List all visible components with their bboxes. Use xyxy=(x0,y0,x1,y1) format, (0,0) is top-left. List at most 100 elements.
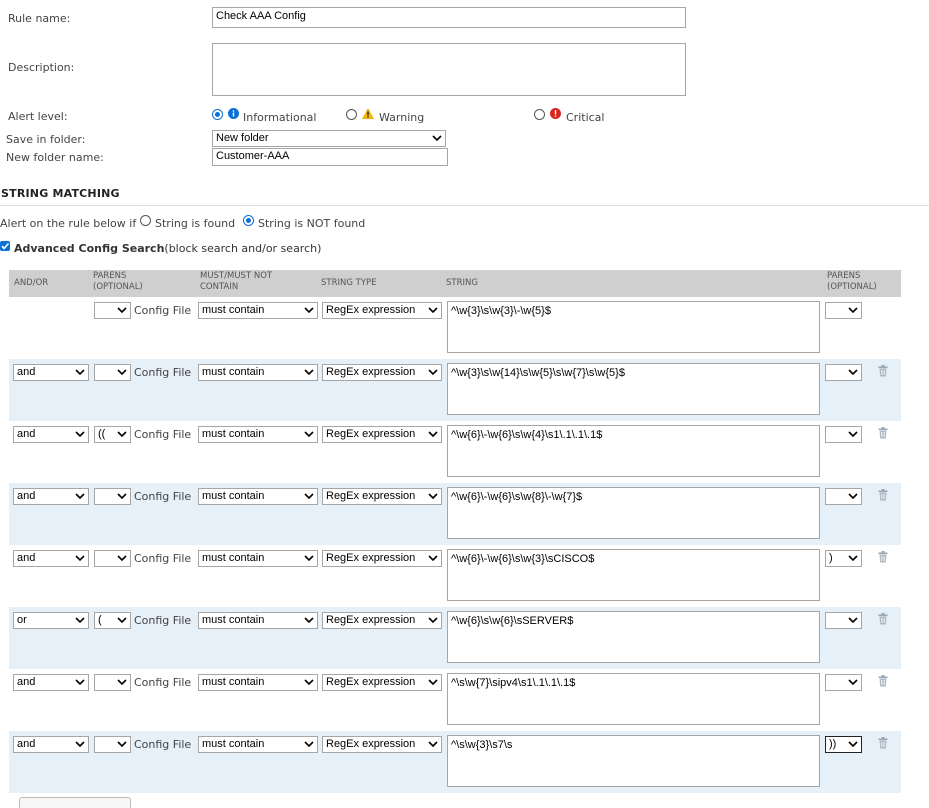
string-not-found-radio[interactable] xyxy=(243,215,254,226)
string-type-select[interactable]: RegEx expression xyxy=(322,426,442,443)
must-contain-select[interactable]: must contain xyxy=(198,674,318,691)
string-type-select[interactable]: RegEx expression xyxy=(322,612,442,629)
must-contain-select[interactable]: must contain xyxy=(198,488,318,505)
alert-informational-radio[interactable] xyxy=(212,109,223,120)
andor-value: and xyxy=(17,552,36,564)
header-string: STRING xyxy=(446,278,478,288)
andor-value: and xyxy=(17,738,36,750)
parens-open-value: ( xyxy=(98,614,102,626)
parens-open-select[interactable] xyxy=(94,550,131,567)
description-textarea[interactable] xyxy=(212,43,686,96)
trash-icon[interactable] xyxy=(878,675,888,687)
andor-value: or xyxy=(17,614,27,626)
chevron-down-icon xyxy=(428,307,438,314)
parens-open-select[interactable] xyxy=(94,364,131,381)
string-found-label: String is found xyxy=(155,217,236,230)
andor-select[interactable]: and xyxy=(13,364,89,381)
parens-close-select[interactable] xyxy=(825,302,862,319)
chevron-down-icon xyxy=(75,369,85,376)
string-textarea[interactable]: ^\s\w{3}\s7\s xyxy=(447,735,820,787)
andor-select[interactable]: and xyxy=(13,426,89,443)
string-type-value: RegEx expression xyxy=(326,552,416,564)
chevron-down-icon xyxy=(75,617,85,624)
alert-warning-radio[interactable] xyxy=(346,109,357,120)
chevron-down-icon xyxy=(848,431,858,438)
parens-close-select[interactable] xyxy=(825,612,862,629)
parens-open-select[interactable] xyxy=(94,736,131,753)
parens-open-select[interactable] xyxy=(94,674,131,691)
chevron-down-icon xyxy=(848,555,858,562)
must-contain-select[interactable]: must contain xyxy=(198,364,318,381)
string-textarea[interactable]: ^\w{6}\-\w{6}\s\w{4}\s1\.1\.1\.1$ xyxy=(447,425,820,477)
parens-close-select[interactable] xyxy=(825,426,862,443)
andor-select[interactable]: and xyxy=(13,488,89,505)
string-type-select[interactable]: RegEx expression xyxy=(322,736,442,753)
trash-icon[interactable] xyxy=(878,489,888,501)
table-header: AND/OR PARENS (OPTIONAL) MUST/MUST NOT CON… xyxy=(9,270,901,297)
table-row: and Config File must contain RegEx expressi… xyxy=(9,669,901,731)
andor-select[interactable]: and xyxy=(13,736,89,753)
chevron-down-icon xyxy=(117,741,127,748)
new-folder-input[interactable]: Customer-AAA xyxy=(212,148,448,166)
rule-name-input[interactable]: Check AAA Config xyxy=(212,7,686,28)
string-textarea[interactable]: ^\w{6}\-\w{6}\s\w{3}\sCISCO$ xyxy=(447,549,820,601)
save-folder-select[interactable]: New folder xyxy=(212,130,446,147)
andor-select[interactable]: or xyxy=(13,612,89,629)
string-type-value: RegEx expression xyxy=(326,676,416,688)
parens-close-select[interactable] xyxy=(825,674,862,691)
parens-open-select[interactable] xyxy=(94,302,131,319)
must-contain-select[interactable]: must contain xyxy=(198,736,318,753)
advanced-search-hint: (block search and/or search) xyxy=(164,242,322,255)
chevron-down-icon xyxy=(304,741,314,748)
andor-select[interactable]: and xyxy=(13,550,89,567)
new-folder-label: New folder name: xyxy=(6,151,104,164)
table-row: and Config File must contain RegEx expressi… xyxy=(9,545,901,607)
info-icon xyxy=(228,108,239,119)
string-type-select[interactable]: RegEx expression xyxy=(322,674,442,691)
parens-open-select[interactable]: ( xyxy=(94,612,131,629)
config-file-label: Config File xyxy=(134,428,192,441)
andor-select[interactable]: and xyxy=(13,674,89,691)
advanced-search-checkbox[interactable] xyxy=(0,241,10,251)
string-type-select[interactable]: RegEx expression xyxy=(322,550,442,567)
trash-icon[interactable] xyxy=(878,613,888,625)
section-divider xyxy=(0,205,929,206)
trash-icon[interactable] xyxy=(878,551,888,563)
alert-critical-radio[interactable] xyxy=(534,109,545,120)
add-row-button[interactable] xyxy=(19,797,131,808)
chevron-down-icon xyxy=(117,555,127,562)
must-contain-value: must contain xyxy=(202,490,265,502)
parens-close-select[interactable] xyxy=(825,488,862,505)
parens-close-select[interactable] xyxy=(825,364,862,381)
chevron-down-icon xyxy=(304,493,314,500)
parens-open-select[interactable] xyxy=(94,488,131,505)
trash-icon[interactable] xyxy=(878,427,888,439)
chevron-down-icon xyxy=(428,555,438,562)
must-contain-select[interactable]: must contain xyxy=(198,426,318,443)
parens-open-select[interactable]: (( xyxy=(94,426,131,443)
chevron-down-icon xyxy=(75,555,85,562)
chevron-down-icon xyxy=(848,307,858,314)
description-label: Description: xyxy=(8,61,75,74)
chevron-down-icon xyxy=(848,369,858,376)
header-parens-close-line1: PARENS xyxy=(827,271,861,281)
string-textarea[interactable]: ^\w{3}\s\w{3}\-\w{5}$ xyxy=(447,301,820,353)
string-textarea[interactable]: ^\w{6}\-\w{6}\s\w{8}\-\w{7}$ xyxy=(447,487,820,539)
parens-close-select[interactable]: )) xyxy=(825,736,862,753)
must-contain-select[interactable]: must contain xyxy=(198,612,318,629)
string-type-select[interactable]: RegEx expression xyxy=(322,302,442,319)
string-textarea[interactable]: ^\w{3}\s\w{14}\s\w{5}\s\w{7}\s\w{5}$ xyxy=(447,363,820,415)
trash-icon[interactable] xyxy=(878,365,888,377)
must-contain-value: must contain xyxy=(202,552,265,564)
parens-close-select[interactable]: ) xyxy=(825,550,862,567)
table-row: and ((Config File must contain RegEx expres… xyxy=(9,421,901,483)
chevron-down-icon xyxy=(304,555,314,562)
must-contain-select[interactable]: must contain xyxy=(198,550,318,567)
string-found-radio[interactable] xyxy=(140,215,151,226)
must-contain-select[interactable]: must contain xyxy=(198,302,318,319)
string-type-select[interactable]: RegEx expression xyxy=(322,364,442,381)
trash-icon[interactable] xyxy=(878,737,888,749)
string-textarea[interactable]: ^\s\w{7}\sipv4\s1\.1\.1\.1$ xyxy=(447,673,820,725)
string-textarea[interactable]: ^\w{6}\s\w{6}\sSERVER$ xyxy=(447,611,820,663)
string-type-select[interactable]: RegEx expression xyxy=(322,488,442,505)
